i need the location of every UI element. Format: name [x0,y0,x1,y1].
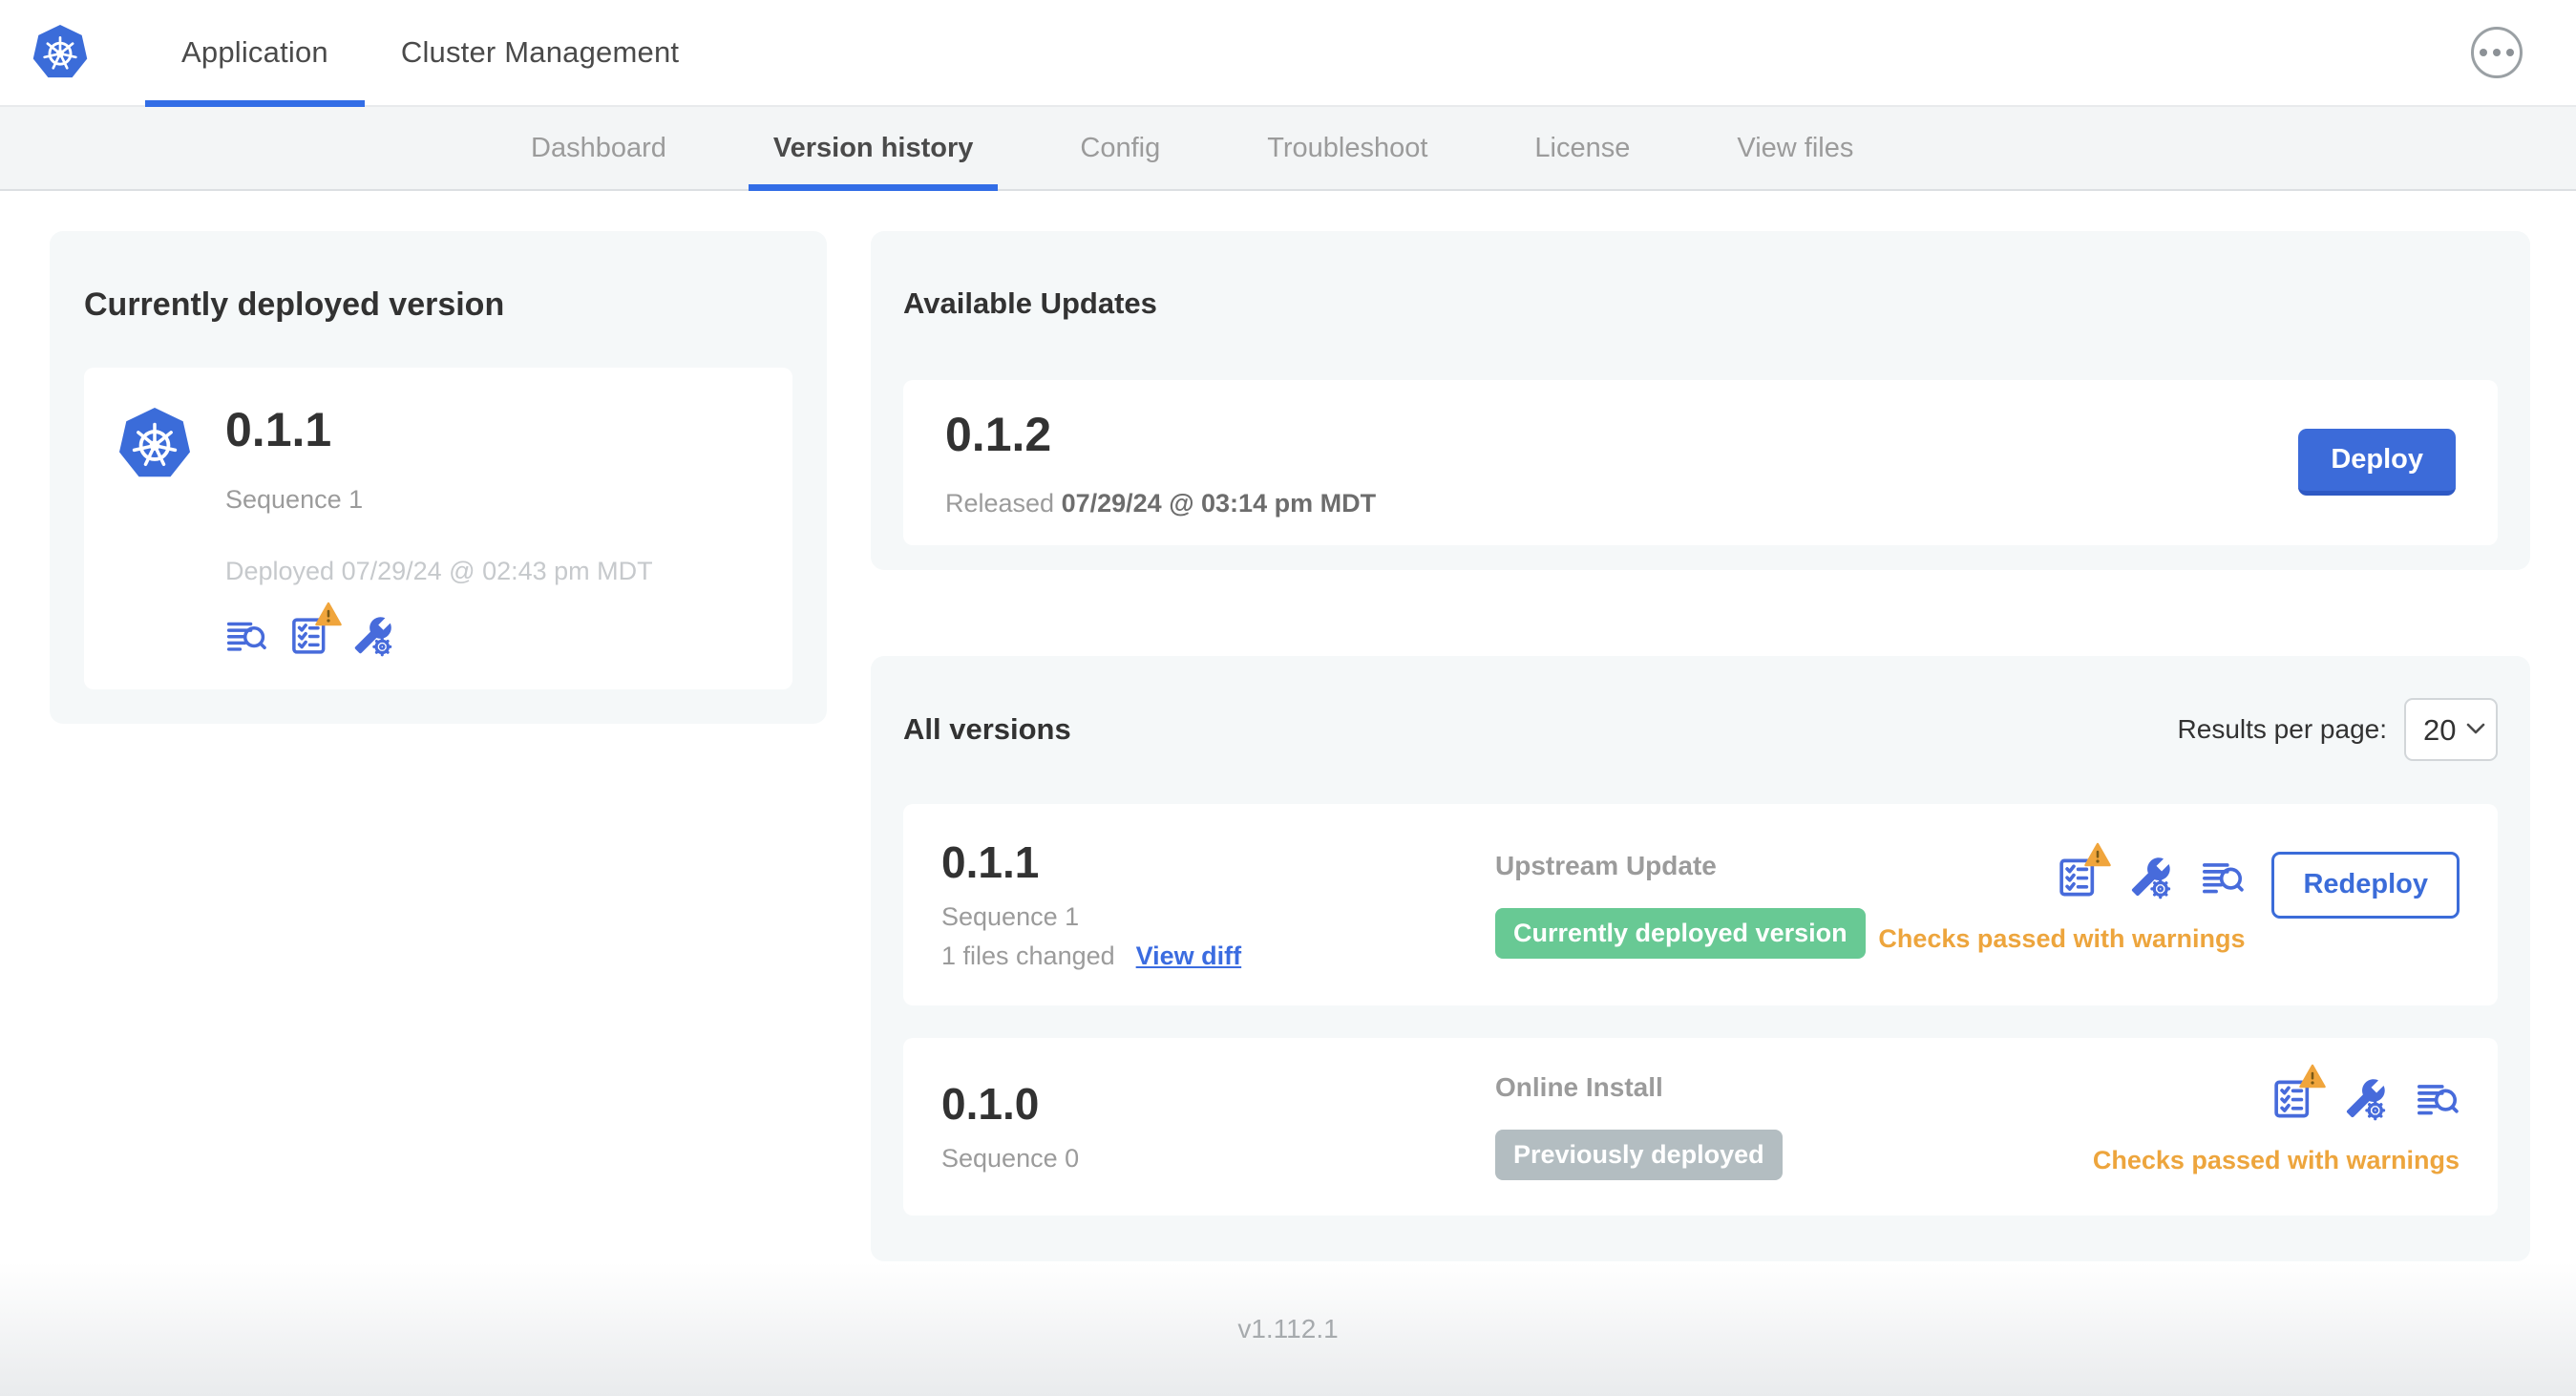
warning-triangle-icon [2299,1064,2326,1089]
subnav-item-config[interactable]: Config [1026,107,1214,189]
row-sequence: Sequence 1 [941,901,1080,931]
edit-config-icon[interactable] [2128,856,2172,899]
subnav-item-view-files[interactable]: View files [1683,107,1907,189]
all-versions-panel: All versions Results per page: 20 0.1.1 … [871,655,2530,1261]
ellipsis-dot [2506,49,2514,56]
deployed-sequence: Sequence 1 [225,485,364,515]
all-versions-title: All versions [903,712,1071,747]
view-diff-link[interactable]: View diff [1136,941,1242,971]
redeploy-button[interactable]: Redeploy [2271,851,2460,919]
preflight-checks-warning-icon[interactable] [288,602,342,657]
version-row: 0.1.1 Sequence 1 1 files changed View di… [903,804,2498,1005]
subnav-item-troubleshoot[interactable]: Troubleshoot [1214,107,1481,189]
results-per-page-select[interactable]: 20 [2404,698,2498,762]
currently-deployed-title: Currently deployed version [84,286,505,324]
kubernetes-logo-icon [32,25,88,79]
row-sequence: Sequence 0 [941,1143,1080,1173]
tab-application[interactable]: Application [145,0,365,107]
kubernetes-logo-icon [118,408,191,479]
update-version-number: 0.1.2 [945,407,1052,461]
checks-status-text: Checks passed with warnings [2092,1146,2460,1175]
app-sub-nav: Dashboard Version history Config Trouble… [0,107,2576,191]
deployed-timestamp: Deployed 07/29/24 @ 02:43 pm MDT [225,557,653,586]
ellipsis-dot [2493,49,2501,56]
results-per-page-label: Results per page: [2177,714,2387,745]
app-footer: v1.112.1 [0,1262,2576,1396]
preflight-checks-warning-icon[interactable] [2270,1064,2326,1121]
console-version: v1.112.1 [1237,1314,1339,1343]
view-logs-icon[interactable] [2201,856,2245,899]
update-released-line: Released 07/29/24 @ 03:14 pm MDT [945,489,1376,518]
preflight-checks-warning-icon[interactable] [2056,842,2112,899]
ellipsis-dot [2480,49,2487,56]
available-update-card: 0.1.2 Released 07/29/24 @ 03:14 pm MDT D… [903,379,2498,545]
row-source-label: Online Install [1495,1072,1663,1103]
checks-status-text: Checks passed with warnings [1878,923,2246,953]
currently-deployed-card: 0.1.1 Sequence 1 Deployed 07/29/24 @ 02:… [84,368,792,690]
files-changed-label: 1 files changed [941,941,1115,970]
ellipsis-menu-button[interactable] [2471,27,2523,78]
row-source-label: Upstream Update [1495,850,1717,880]
currently-deployed-panel: Currently deployed version 0.1.1 Sequenc… [50,231,827,725]
app-logo [32,0,88,105]
subnav-item-dashboard[interactable]: Dashboard [477,107,720,189]
main-content: Currently deployed version 0.1.1 Sequenc… [0,191,2576,1262]
subnav-item-version-history[interactable]: Version history [720,107,1027,191]
edit-config-icon[interactable] [2343,1077,2387,1121]
top-tab-bar: Application Cluster Management [145,0,715,107]
warning-triangle-icon [2084,842,2112,867]
deploy-button[interactable]: Deploy [2298,429,2456,497]
deployed-version-number: 0.1.1 [225,403,332,457]
subnav-item-license[interactable]: License [1481,107,1683,189]
released-date: 07/29/24 @ 03:14 pm MDT [1061,488,1377,518]
status-badge: Previously deployed [1495,1130,1783,1181]
row-version-actions [2056,842,2245,899]
version-row: 0.1.0 Sequence 0 Online Install Previous… [903,1037,2498,1216]
row-version-number: 0.1.1 [941,837,1040,888]
available-updates-title: Available Updates [903,286,1157,320]
warning-triangle-icon [315,602,342,626]
top-nav: Application Cluster Management [0,0,2576,107]
status-badge: Currently deployed version [1495,907,1866,959]
row-version-number: 0.1.0 [941,1078,1040,1129]
tab-cluster-management[interactable]: Cluster Management [365,0,715,105]
view-logs-icon[interactable] [225,615,267,657]
available-updates-panel: Available Updates 0.1.2 Released 07/29/2… [871,231,2530,570]
released-prefix: Released [945,488,1055,518]
deployed-version-actions [225,602,653,657]
view-logs-icon[interactable] [2416,1077,2460,1121]
row-version-actions [2270,1064,2460,1121]
edit-config-icon[interactable] [351,615,393,657]
